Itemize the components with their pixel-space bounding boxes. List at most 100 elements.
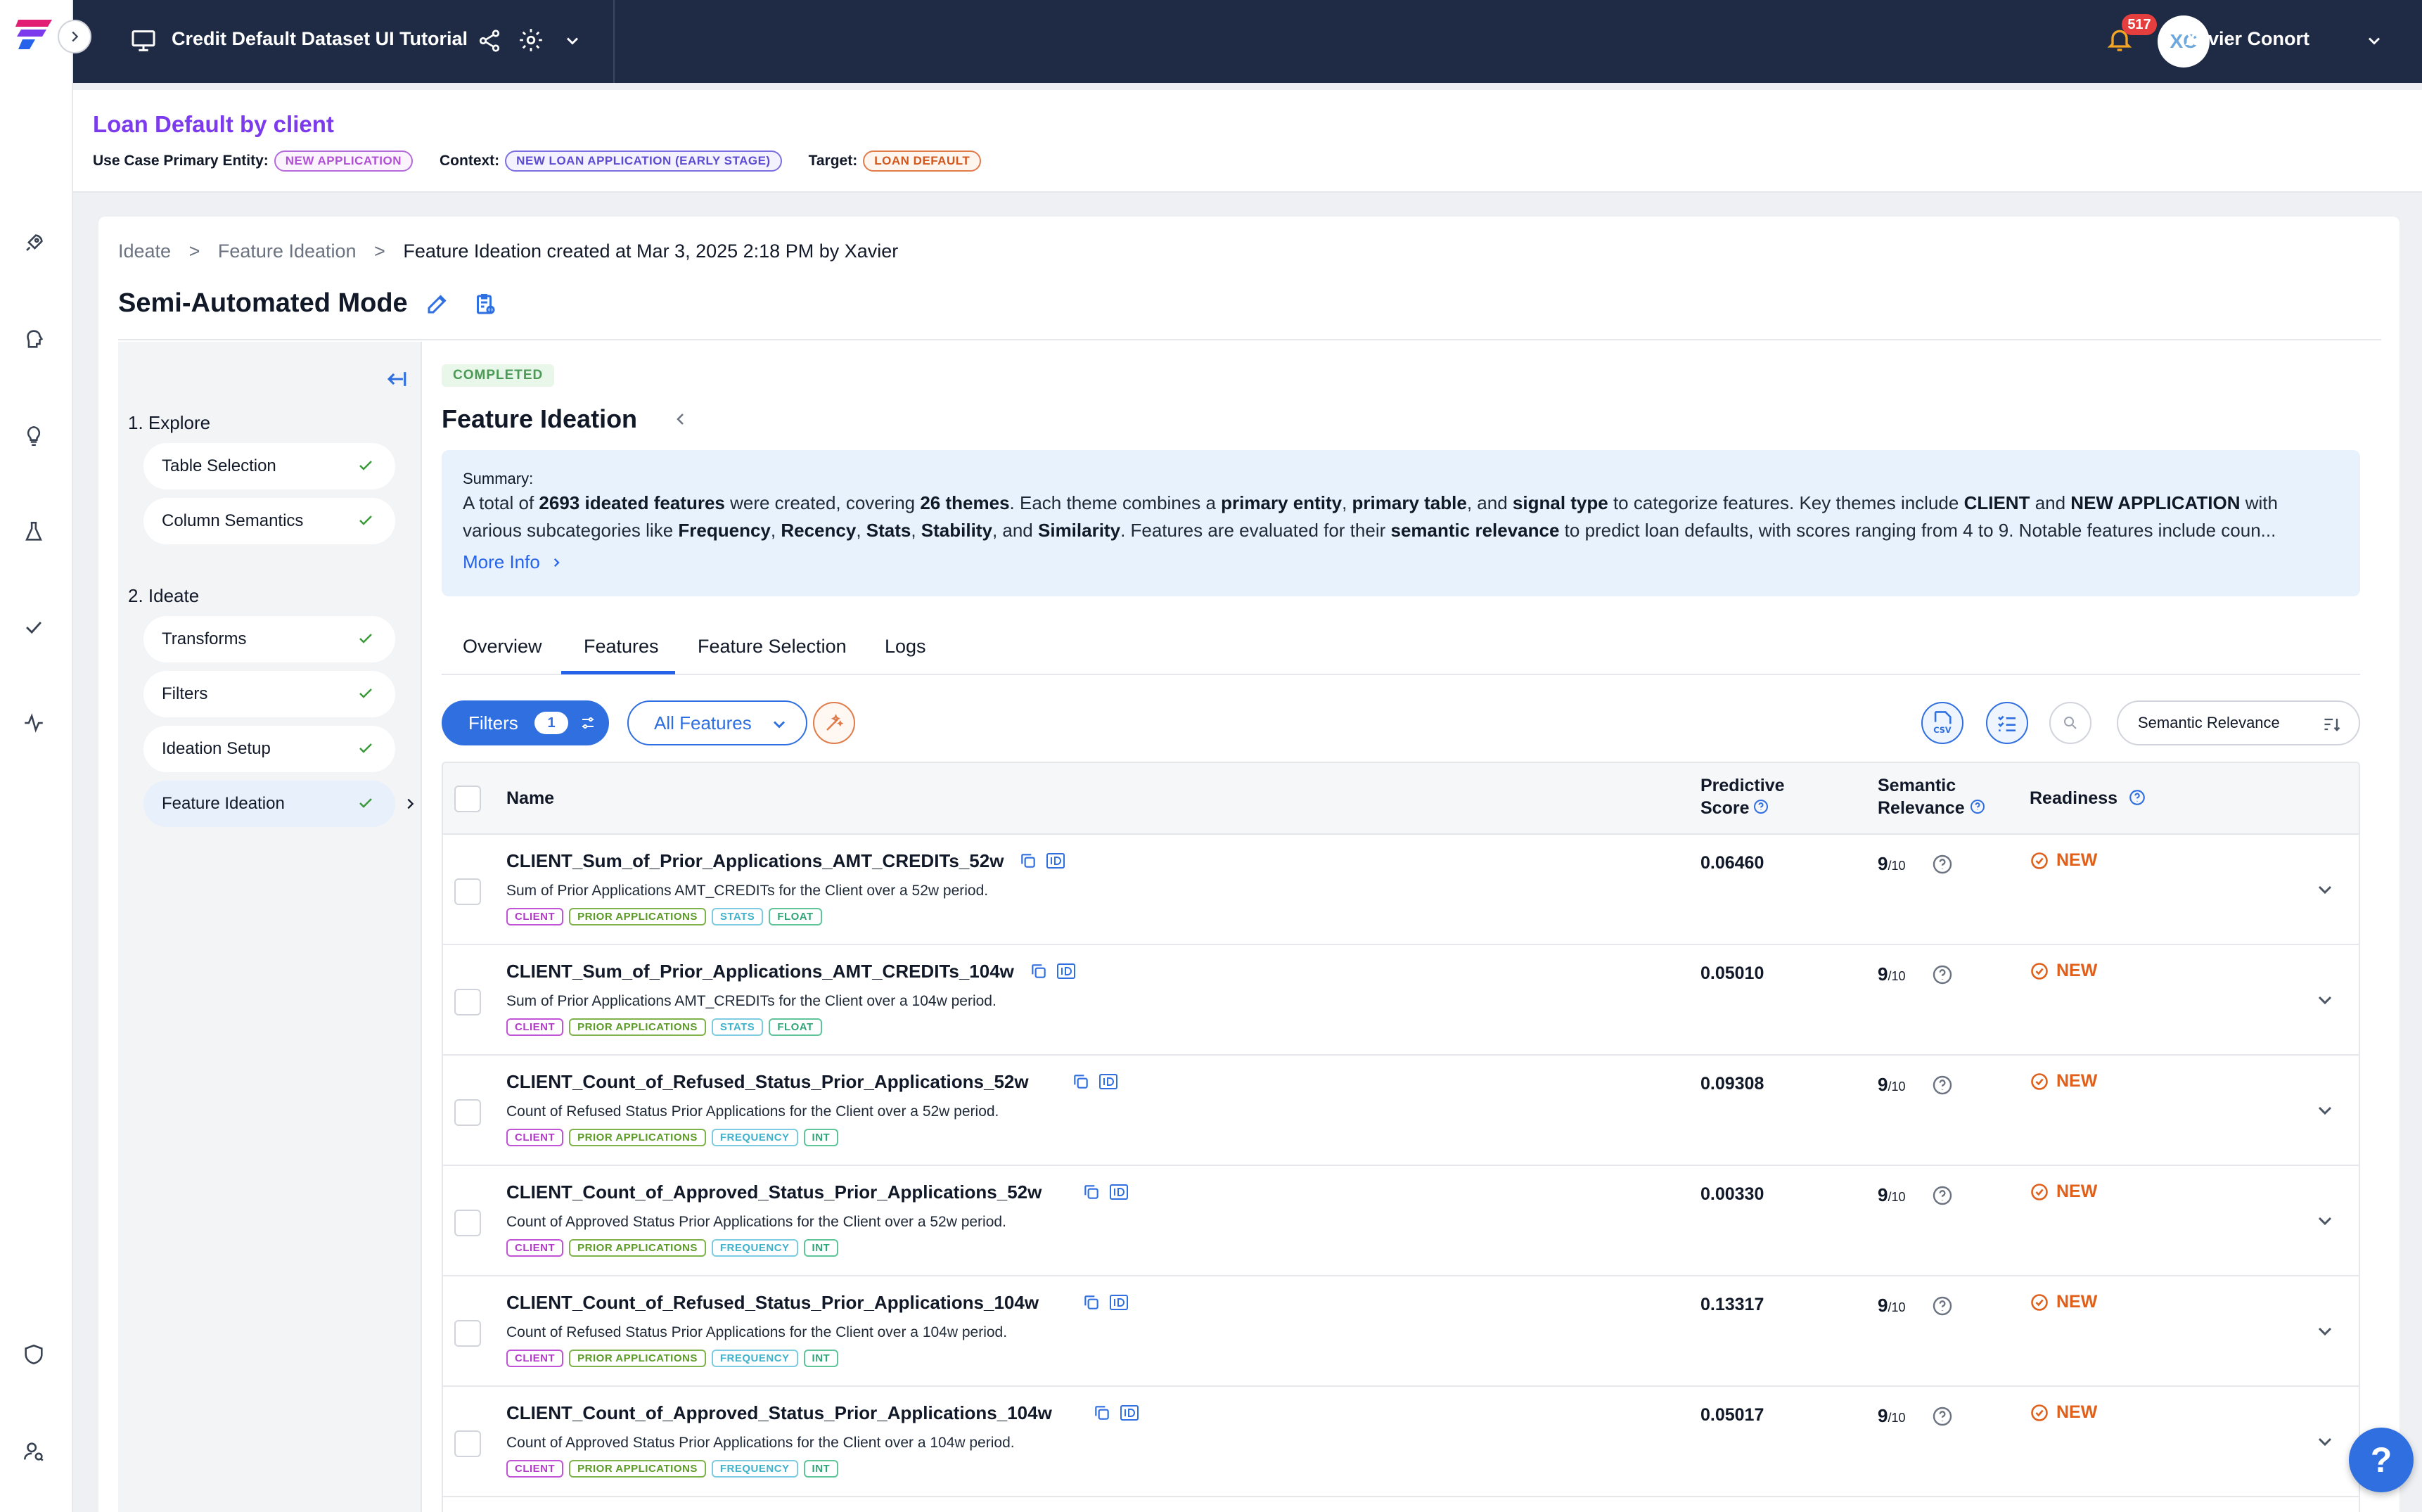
feature-name[interactable]: CLIENT_Sum_of_Prior_Applications_AMT_CRE… xyxy=(506,850,1004,872)
column-header-name[interactable]: Name xyxy=(506,787,554,809)
search-button[interactable] xyxy=(2049,702,2091,744)
more-info-link[interactable]: More Info xyxy=(463,551,563,573)
table-row[interactable]: CLIENT_Count_of_Approved_Status_Prior_Ap… xyxy=(443,1166,2359,1276)
checklist-button[interactable] xyxy=(1986,702,2028,744)
step-table-selection[interactable]: Table Selection xyxy=(143,443,395,489)
tab-overview[interactable]: Overview xyxy=(463,636,542,658)
user-name[interactable]: Xavier Conort xyxy=(2185,28,2309,50)
chevron-left-icon[interactable] xyxy=(672,411,689,428)
help-circle-icon[interactable] xyxy=(1931,853,1954,876)
chevron-down-icon[interactable] xyxy=(563,31,582,51)
id-card-icon[interactable] xyxy=(1098,1072,1118,1091)
column-header-predictive-line2[interactable]: Score xyxy=(1700,797,1749,819)
row-checkbox[interactable] xyxy=(454,1320,481,1347)
collapse-sidebar-icon[interactable] xyxy=(384,367,408,391)
feature-name[interactable]: CLIENT_Count_of_Refused_Status_Prior_App… xyxy=(506,1071,1029,1093)
brain-icon[interactable] xyxy=(20,325,48,353)
app-logo[interactable] xyxy=(14,15,56,52)
column-header-readiness[interactable]: Readiness xyxy=(2030,787,2117,809)
column-header-semantic-line2[interactable]: Relevance xyxy=(1878,797,1965,819)
help-circle-icon[interactable] xyxy=(1753,798,1769,815)
table-row[interactable]: CLIENT_Count_of_Refused_Status_Prior_App… xyxy=(443,1056,2359,1166)
expand-rail-button[interactable] xyxy=(58,20,91,53)
step-ideation-setup[interactable]: Ideation Setup xyxy=(143,726,395,772)
row-checkbox[interactable] xyxy=(454,1210,481,1236)
tab-logs[interactable]: Logs xyxy=(885,636,926,658)
magic-wand-button[interactable] xyxy=(813,702,855,744)
features-table: Name Predictive Score Semantic Relevance… xyxy=(442,762,2360,1512)
gear-icon[interactable] xyxy=(518,27,544,53)
help-circle-icon[interactable] xyxy=(1931,1295,1954,1317)
step-transforms[interactable]: Transforms xyxy=(143,616,395,662)
export-csv-button[interactable]: CSV xyxy=(1921,702,1963,744)
table-row[interactable]: CLIENT_Count_of_Approved_Status_Prior_Ap… xyxy=(443,1387,2359,1497)
id-card-icon[interactable] xyxy=(1109,1183,1129,1201)
select-all-checkbox[interactable] xyxy=(454,786,481,812)
copy-icon[interactable] xyxy=(1072,1072,1090,1091)
shield-icon[interactable] xyxy=(20,1340,48,1369)
table-row[interactable]: CLIENT_Count_of_Refused_Status_Prior_App… xyxy=(443,1276,2359,1387)
chevron-right-icon xyxy=(402,796,418,812)
share-icon[interactable] xyxy=(477,28,502,53)
sort-select[interactable]: Semantic Relevance xyxy=(2117,700,2360,745)
column-header-predictive-line1[interactable]: Predictive xyxy=(1700,774,1785,797)
expand-row-chevron-icon[interactable] xyxy=(2314,1099,2336,1122)
feature-name[interactable]: CLIENT_Count_of_Approved_Status_Prior_Ap… xyxy=(506,1402,1052,1424)
user-menu-chevron-icon[interactable] xyxy=(2364,31,2384,51)
id-card-icon[interactable] xyxy=(1056,962,1076,980)
copy-icon[interactable] xyxy=(1082,1183,1101,1201)
check-icon xyxy=(359,798,372,808)
table-row[interactable]: CLIENT_Sum_of_Prior_Applications_AMT_CRE… xyxy=(443,945,2359,1056)
edit-icon[interactable] xyxy=(425,291,450,316)
breadcrumb-feature-ideation[interactable]: Feature Ideation xyxy=(218,241,357,262)
semantic-relevance: 9/10 xyxy=(1878,853,1906,874)
page-title: Semi-Automated Mode xyxy=(118,288,408,318)
use-case-title[interactable]: Loan Default by client xyxy=(93,111,334,138)
project-title[interactable]: Credit Default Dataset UI Tutorial xyxy=(172,28,468,50)
id-card-icon[interactable] xyxy=(1120,1404,1139,1422)
predictive-score: 0.09308 xyxy=(1700,1074,1764,1094)
copy-icon[interactable] xyxy=(1082,1293,1101,1312)
checkmark-icon[interactable] xyxy=(20,613,48,641)
expand-row-chevron-icon[interactable] xyxy=(2314,989,2336,1011)
expand-row-chevron-icon[interactable] xyxy=(2314,1430,2336,1453)
step-column-semantics[interactable]: Column Semantics xyxy=(143,498,395,544)
help-circle-icon[interactable] xyxy=(1969,798,1986,815)
step-feature-ideation[interactable]: Feature Ideation xyxy=(143,781,395,827)
all-features-select[interactable]: All Features xyxy=(627,700,807,745)
row-checkbox[interactable] xyxy=(454,989,481,1016)
feature-name[interactable]: CLIENT_Sum_of_Prior_Applications_AMT_CRE… xyxy=(506,961,1014,982)
breadcrumb-ideate[interactable]: Ideate xyxy=(118,241,171,262)
help-circle-icon[interactable] xyxy=(2128,788,2146,807)
expand-row-chevron-icon[interactable] xyxy=(2314,1210,2336,1232)
expand-row-chevron-icon[interactable] xyxy=(2314,878,2336,901)
copy-icon[interactable] xyxy=(1093,1404,1111,1422)
id-card-icon[interactable] xyxy=(1109,1293,1129,1312)
tab-features[interactable]: Features xyxy=(584,636,659,658)
feature-name[interactable]: CLIENT_Count_of_Approved_Status_Prior_Ap… xyxy=(506,1181,1042,1203)
row-checkbox[interactable] xyxy=(454,878,481,905)
help-button[interactable]: ? xyxy=(2349,1428,2414,1492)
row-checkbox[interactable] xyxy=(454,1430,481,1457)
help-circle-icon[interactable] xyxy=(1931,1074,1954,1096)
clipboard-settings-icon[interactable] xyxy=(473,291,498,318)
row-checkbox[interactable] xyxy=(454,1099,481,1126)
column-header-semantic-line1[interactable]: Semantic xyxy=(1878,774,1956,797)
copy-icon[interactable] xyxy=(1019,852,1037,870)
help-circle-icon[interactable] xyxy=(1931,1184,1954,1207)
lightbulb-icon[interactable] xyxy=(20,422,48,450)
help-circle-icon[interactable] xyxy=(1931,963,1954,986)
rocket-icon[interactable] xyxy=(20,229,48,257)
id-card-icon[interactable] xyxy=(1046,852,1065,870)
help-circle-icon[interactable] xyxy=(1931,1405,1954,1428)
copy-icon[interactable] xyxy=(1030,962,1048,980)
step-filters[interactable]: Filters xyxy=(143,671,395,717)
feature-name[interactable]: CLIENT_Count_of_Refused_Status_Prior_App… xyxy=(506,1292,1039,1314)
table-row[interactable]: CLIENT_Sum_of_Prior_Applications_AMT_CRE… xyxy=(443,835,2359,945)
flask-icon[interactable] xyxy=(20,518,48,546)
tab-feature-selection[interactable]: Feature Selection xyxy=(698,636,847,658)
user-search-icon[interactable] xyxy=(20,1437,48,1466)
filters-button[interactable]: Filters 1 xyxy=(442,700,609,745)
activity-icon[interactable] xyxy=(20,709,48,737)
expand-row-chevron-icon[interactable] xyxy=(2314,1320,2336,1343)
